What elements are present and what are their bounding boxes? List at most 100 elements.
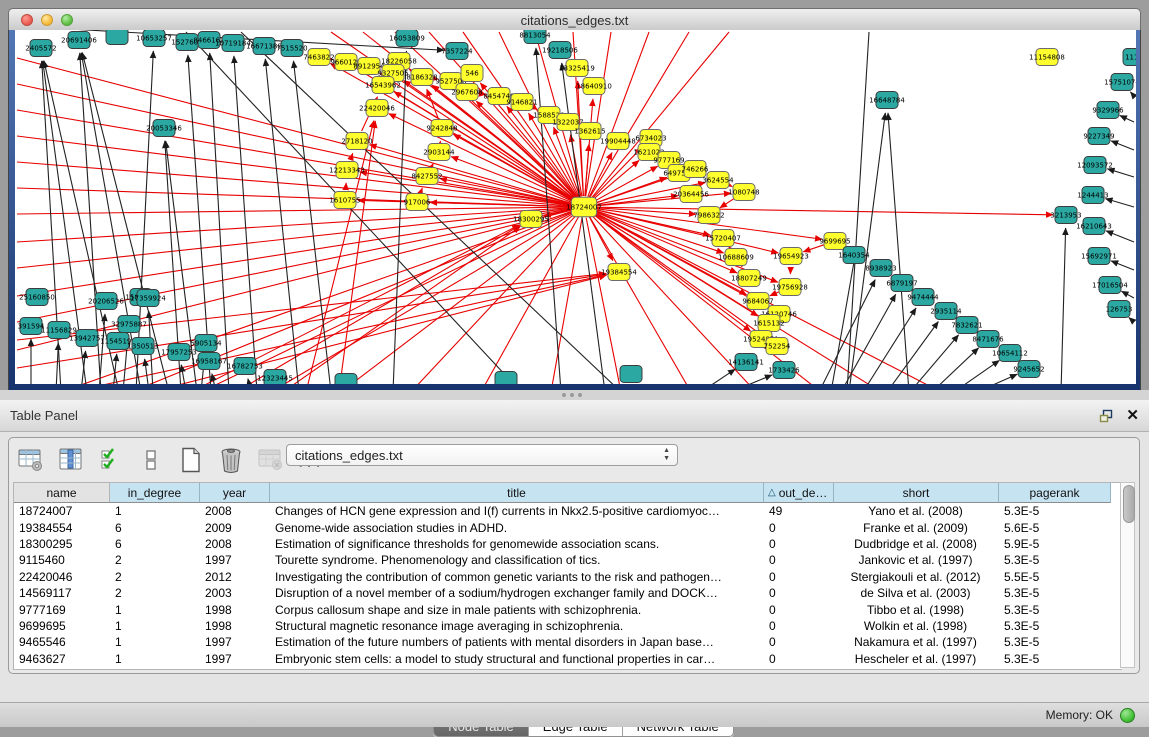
table-cell[interactable]: 0 xyxy=(764,521,834,535)
table-cell[interactable]: 5.3E-5 xyxy=(999,603,1111,617)
column-header-title[interactable]: title xyxy=(270,483,764,503)
table-cell[interactable]: Hescheler et al. (1997) xyxy=(834,652,999,666)
column-header-out_de[interactable]: △out_de… xyxy=(764,483,834,503)
table-cell[interactable]: 0 xyxy=(764,537,834,551)
table-selector-dropdown[interactable]: citations_edges.txt ▲▼ xyxy=(286,444,678,466)
graph-node[interactable]: 12093572 xyxy=(1077,157,1113,174)
table-cell[interactable]: 0 xyxy=(764,619,834,633)
table-cell[interactable]: Investigating the contribution of common… xyxy=(270,570,764,584)
graph-node[interactable]: 17016504 xyxy=(1092,277,1128,294)
graph-node[interactable]: 12323445 xyxy=(257,370,293,385)
graph-node[interactable]: 6879197 xyxy=(886,275,917,292)
graph-node[interactable]: 1615132 xyxy=(753,315,784,332)
graph-node[interactable]: 1610755 xyxy=(329,192,360,209)
table-cell[interactable]: 5.3E-5 xyxy=(999,553,1111,567)
table-cell[interactable]: 1997 xyxy=(200,553,270,567)
graph-node[interactable]: 917006 xyxy=(404,194,431,211)
table-cell[interactable]: Jankovic et al. (1997) xyxy=(834,553,999,567)
graph-node[interactable]: 1080748 xyxy=(728,184,759,201)
table-cell[interactable]: 1998 xyxy=(200,619,270,633)
graph-node[interactable]: 7357224 xyxy=(441,43,473,60)
table-cell[interactable]: 1997 xyxy=(200,652,270,666)
delete-column-icon[interactable] xyxy=(217,446,245,474)
table-cell[interactable]: 2009 xyxy=(200,521,270,535)
table-cell[interactable]: 1998 xyxy=(200,603,270,617)
show-column-icon[interactable] xyxy=(57,446,85,474)
column-header-year[interactable]: year xyxy=(200,483,270,503)
table-cell[interactable]: de Silva et al. (2003) xyxy=(834,586,999,600)
table-cell[interactable]: 0 xyxy=(764,553,834,567)
table-cell[interactable]: 9777169 xyxy=(14,603,110,617)
graph-node[interactable]: 16648784 xyxy=(869,92,905,109)
table-cell[interactable]: 1 xyxy=(110,635,200,649)
graph-node[interactable]: 7986322 xyxy=(693,207,724,224)
graph-node[interactable]: 126753 xyxy=(1106,301,1133,318)
table-scrollbar[interactable] xyxy=(1120,482,1135,668)
table-cell[interactable]: 49 xyxy=(764,504,834,518)
graph-node[interactable]: 18640910 xyxy=(576,78,612,95)
graph-node[interactable]: 13325419 xyxy=(559,60,595,77)
network-canvas[interactable]: 1872400774638229660123891295418226058932… xyxy=(15,30,1136,384)
table-cell[interactable]: 5.3E-5 xyxy=(999,635,1111,649)
close-panel-icon[interactable]: ✕ xyxy=(1126,408,1139,423)
column-header-pagerank[interactable]: pagerank xyxy=(999,483,1111,503)
table-cell[interactable]: 5.3E-5 xyxy=(999,586,1111,600)
graph-node[interactable]: 9227349 xyxy=(1083,128,1114,145)
table-cell[interactable]: Disruption of a novel member of a sodium… xyxy=(270,586,764,600)
table-cell[interactable]: 9699695 xyxy=(14,619,110,633)
table-cell[interactable]: 1 xyxy=(110,652,200,666)
network-graph[interactable]: 1872400774638229660123891295418226058932… xyxy=(15,30,1136,384)
table-cell[interactable]: 5.3E-5 xyxy=(999,652,1111,666)
graph-node[interactable]: 19384554 xyxy=(601,264,637,281)
table-cell[interactable]: 19384554 xyxy=(14,521,110,535)
table-cell[interactable]: Franke et al. (2009) xyxy=(834,521,999,535)
new-column-icon[interactable] xyxy=(177,446,205,474)
graph-node[interactable]: 746266 xyxy=(682,161,709,178)
graph-node[interactable]: 9329966 xyxy=(1092,102,1124,119)
graph-node[interactable] xyxy=(495,372,517,385)
graph-node[interactable]: 1350513 xyxy=(127,338,158,355)
table-cell[interactable]: 0 xyxy=(764,652,834,666)
table-cell[interactable]: Estimation of significance thresholds fo… xyxy=(270,537,764,551)
table-settings-icon[interactable] xyxy=(17,446,45,474)
graph-node[interactable]: 8471676 xyxy=(972,331,1004,348)
table-cell[interactable]: 2 xyxy=(110,586,200,600)
table-cell[interactable]: 2012 xyxy=(200,570,270,584)
table-cell[interactable]: 5.6E-5 xyxy=(999,521,1111,535)
table-cell[interactable]: Tourette syndrome. Phenomenology and cla… xyxy=(270,553,764,567)
graph-node[interactable]: 10688609 xyxy=(718,249,754,266)
table-cell[interactable]: 9463627 xyxy=(14,652,110,666)
graph-node[interactable]: 8813054 xyxy=(519,30,551,44)
table-row[interactable]: 969969511998Structural magnetic resonanc… xyxy=(14,618,1122,634)
graph-node[interactable]: 2967608 xyxy=(451,84,482,101)
graph-node[interactable]: 15751074 xyxy=(1104,74,1136,91)
table-cell[interactable]: 0 xyxy=(764,586,834,600)
graph-node[interactable]: 2405572 xyxy=(25,40,56,57)
table-cell[interactable]: Corpus callosum shape and size in male p… xyxy=(270,603,764,617)
table-cell[interactable]: 5.3E-5 xyxy=(999,619,1111,633)
table-cell[interactable]: 0 xyxy=(764,570,834,584)
table-row[interactable]: 1872400712008Changes of HCN gene express… xyxy=(14,503,1122,519)
table-cell[interactable]: 2003 xyxy=(200,586,270,600)
table-cell[interactable]: Nakamura et al. (1997) xyxy=(834,635,999,649)
table-cell[interactable]: 6 xyxy=(110,537,200,551)
table-cell[interactable]: 2008 xyxy=(200,537,270,551)
graph-node[interactable]: 3624554 xyxy=(702,172,734,189)
table-cell[interactable]: 0 xyxy=(764,603,834,617)
scrollbar-thumb[interactable] xyxy=(1123,485,1135,523)
graph-node[interactable]: 3213953 xyxy=(1050,207,1081,224)
graph-node[interactable]: 8427552 xyxy=(411,168,442,185)
graph-node[interactable]: 2718120 xyxy=(341,133,372,150)
graph-node[interactable]: 1244413 xyxy=(1077,187,1108,204)
graph-node[interactable]: 15692971 xyxy=(1081,248,1117,265)
table-cell[interactable]: Dudbridge et al. (2008) xyxy=(834,537,999,551)
table-cell[interactable]: Changes of HCN gene expression and I(f) … xyxy=(270,504,764,518)
graph-node[interactable]: 18724007 xyxy=(566,197,602,217)
table-cell[interactable]: 22420046 xyxy=(14,570,110,584)
float-panel-icon[interactable] xyxy=(1099,409,1114,423)
graph-node[interactable]: 752254 xyxy=(764,338,791,355)
graph-node[interactable]: 9146821 xyxy=(506,94,537,111)
table-cell[interactable]: 6 xyxy=(110,521,200,535)
table-cell[interactable]: Wolkin et al. (1998) xyxy=(834,619,999,633)
graph-node[interactable]: 9474444 xyxy=(907,289,939,306)
